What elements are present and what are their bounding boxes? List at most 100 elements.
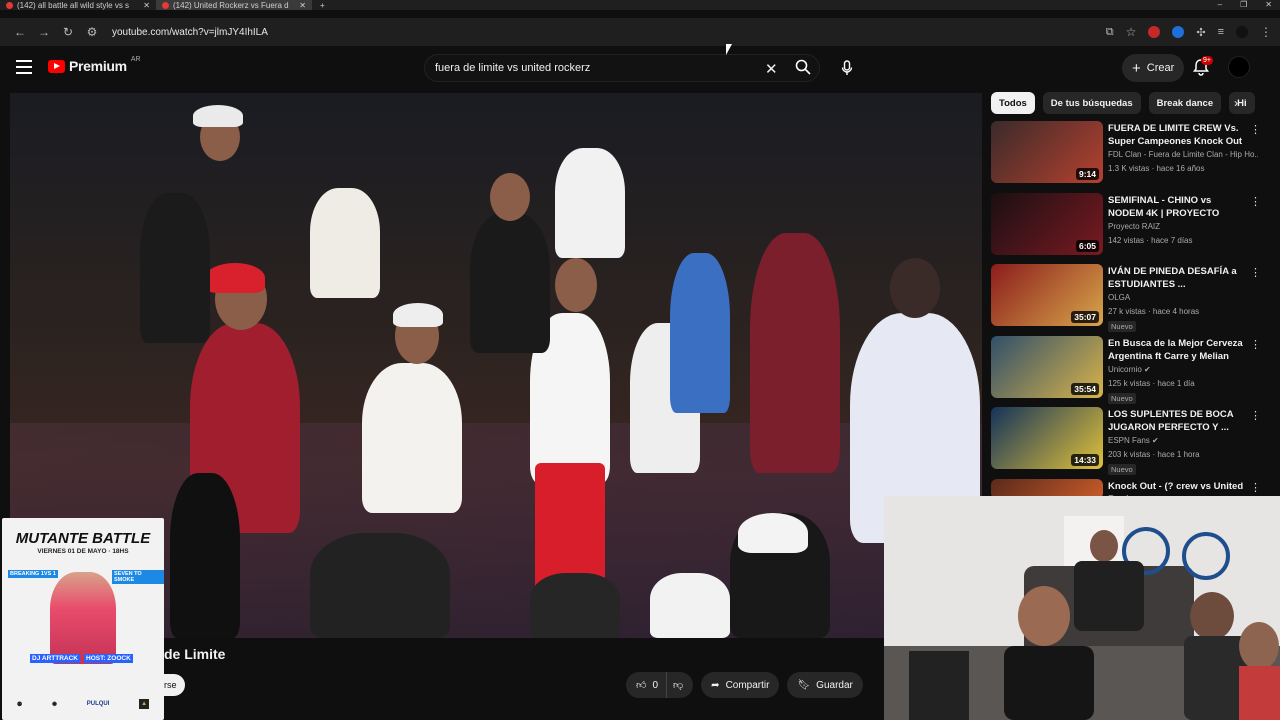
chip-hip-hop[interactable]: Hi xyxy=(1229,92,1255,114)
more-options-icon[interactable]: ⋮ xyxy=(1250,195,1261,208)
video-thumbnail[interactable]: 35:54 xyxy=(991,335,1103,398)
more-options-icon[interactable]: ⋮ xyxy=(1250,338,1261,351)
youtube-favicon-icon xyxy=(6,1,13,9)
address-bar[interactable]: youtube.com/watch?v=jlmJY4IhILA xyxy=(112,27,268,38)
search-icon[interactable] xyxy=(795,59,811,78)
white-cap xyxy=(393,303,443,327)
more-options-icon[interactable]: ⋮ xyxy=(1250,481,1261,494)
recommendation-item[interactable]: 6:05 SEMIFINAL - CHINO vs NODEM 4K | PROY… xyxy=(991,191,1271,263)
tab-title: (142) United Rockerz vs Fuera d xyxy=(173,0,289,10)
profile-avatar[interactable] xyxy=(1236,26,1248,38)
create-button[interactable]: + Crear xyxy=(1122,54,1185,82)
hamburger-menu-icon[interactable] xyxy=(16,60,32,74)
sponsor-logo: ✺ xyxy=(51,701,58,708)
youtube-play-icon xyxy=(48,59,65,73)
chip-break-dance[interactable]: Break dance xyxy=(1148,92,1222,114)
video-metadata: 125 k vistas · hace 1 día xyxy=(1108,378,1195,388)
like-button[interactable]: 👍︎ 0 xyxy=(626,672,667,698)
extension-icon[interactable] xyxy=(1172,26,1185,38)
search-box[interactable]: fuera de limite vs united rockerz ✕ xyxy=(424,54,820,82)
more-options-icon[interactable]: ⋮ xyxy=(1250,123,1261,136)
video-thumbnail[interactable]: 9:14 xyxy=(991,121,1103,183)
spectator-figure xyxy=(470,213,550,353)
poster-date: VIERNES 01 DE MAYO · 18HS xyxy=(37,548,129,555)
recommendation-item[interactable]: 35:07 IVÁN DE PINEDA DESAFÍA a ESTUDIANTE… xyxy=(991,262,1271,334)
browser-toolbar: ← → ↻ ⚙ youtube.com/watch?v=jlmJY4IhILA … xyxy=(0,18,1280,46)
dancer-figure xyxy=(670,253,730,413)
dancer-head xyxy=(555,258,597,312)
close-tab-icon[interactable]: ✕ xyxy=(299,1,306,10)
spectator-figure xyxy=(170,473,240,638)
channel-name[interactable]: ESPN Fans ✔ xyxy=(1108,436,1258,445)
new-tab-icon[interactable]: + xyxy=(312,1,333,10)
site-info-icon[interactable]: ⚙ xyxy=(80,25,104,39)
spectator-figure xyxy=(310,533,450,638)
spectator-head xyxy=(490,173,530,221)
browser-tab[interactable]: (142) all battle all wild style vs s ✕ xyxy=(0,0,156,10)
dislike-button[interactable]: 👎︎ xyxy=(666,672,694,698)
forward-icon[interactable]: → xyxy=(32,25,56,39)
extension-icon[interactable] xyxy=(1148,26,1161,38)
install-app-icon[interactable]: ⧉ xyxy=(1106,26,1114,39)
recommendation-title[interactable]: En Busca de la Mejor Cerveza Argentina f… xyxy=(1108,337,1244,363)
share-label: Compartir xyxy=(725,679,770,691)
recommendation-item[interactable]: 14:33 LOS SUPLENTES DE BOCA JUGARON PERFE… xyxy=(991,405,1271,477)
more-options-icon[interactable]: ⋮ xyxy=(1250,409,1261,422)
reload-icon[interactable]: ↻ xyxy=(56,25,80,39)
more-options-icon[interactable]: ⋮ xyxy=(1250,266,1261,279)
dancer-figure xyxy=(362,363,462,513)
search-input[interactable]: fuera de limite vs united rockerz xyxy=(435,62,590,74)
video-metadata: 142 vistas · hace 7 días xyxy=(1108,235,1193,245)
channel-name[interactable]: OLGA xyxy=(1108,293,1258,302)
verified-check-icon: ✔ xyxy=(1152,436,1159,445)
recommendation-item[interactable]: 9:14 FUERA DE LIMITE CREW Vs. Super Campe… xyxy=(991,119,1271,191)
account-avatar[interactable] xyxy=(1228,56,1250,78)
video-thumbnail[interactable]: 35:07 xyxy=(991,264,1103,326)
video-duration: 35:07 xyxy=(1071,311,1099,323)
filter-chips: Todos De tus búsquedas Break dance Hi xyxy=(991,92,1261,114)
channel-name[interactable]: Proyecto RAIZ xyxy=(1108,222,1258,231)
back-icon[interactable]: ← xyxy=(8,25,32,39)
poster-left-box: BREAKING 1VS 1 xyxy=(8,570,58,578)
recommendation-title[interactable]: SEMIFINAL - CHINO vs NODEM 4K | PROYECTO… xyxy=(1108,194,1244,220)
video-thumbnail[interactable]: 14:33 xyxy=(991,407,1103,469)
chip-todos[interactable]: Todos xyxy=(991,92,1035,114)
new-badge: Nuevo xyxy=(1108,464,1136,475)
recommendation-item[interactable]: 35:54 En Busca de la Mejor Cerveza Argent… xyxy=(991,334,1271,406)
channel-name[interactable]: Unicornio ✔ xyxy=(1108,365,1258,374)
extensions-puzzle-icon[interactable]: ✣ xyxy=(1196,26,1205,39)
video-duration: 35:54 xyxy=(1071,382,1099,395)
clear-search-icon[interactable]: ✕ xyxy=(765,60,778,78)
save-button[interactable]: 🔖︎ Guardar xyxy=(787,672,863,698)
browser-tab-strip: (142) all battle all wild style vs s ✕ (… xyxy=(0,0,1280,10)
region-code: AR xyxy=(130,56,141,63)
share-button[interactable]: ➦ Compartir xyxy=(701,672,780,698)
browser-tab-active[interactable]: (142) United Rockerz vs Fuera d ✕ xyxy=(156,0,312,10)
share-icon: ➦ xyxy=(711,679,720,691)
maximize-icon[interactable]: ❐ xyxy=(1240,0,1247,10)
recommendation-title[interactable]: FUERA DE LIMITE CREW Vs. Super Campeones… xyxy=(1108,122,1244,148)
logo-text: Premium xyxy=(69,58,127,74)
spectator-figure xyxy=(140,193,210,343)
chip-de-tus-busquedas[interactable]: De tus búsquedas xyxy=(1042,92,1141,114)
channel-name[interactable]: FDL Clan - Fuera de Limite Clan - Hip Ho… xyxy=(1108,150,1258,159)
video-duration: 9:14 xyxy=(1075,168,1099,180)
reading-list-icon[interactable]: ≡ xyxy=(1218,26,1224,38)
close-window-icon[interactable]: ✕ xyxy=(1265,0,1272,10)
spectator-figure xyxy=(530,573,620,638)
recommendation-title[interactable]: LOS SUPLENTES DE BOCA JUGARON PERFECTO Y… xyxy=(1108,408,1244,434)
youtube-logo[interactable]: Premium AR xyxy=(48,56,141,74)
chevron-right-icon[interactable]: › xyxy=(1234,96,1238,110)
notifications-button[interactable]: 9+ xyxy=(1192,56,1213,78)
video-metadata: 27 k vistas · hace 4 horas xyxy=(1108,307,1200,316)
poster-sponsors: ⚉ ✺ PULQUI ▲ xyxy=(2,688,164,720)
bookmark-star-icon[interactable]: ☆ xyxy=(1126,25,1137,39)
video-thumbnail[interactable]: 6:05 xyxy=(991,192,1103,255)
poster-right-box: SEVEN TO SMOKE xyxy=(112,570,164,584)
minimize-icon[interactable]: – xyxy=(1218,0,1222,10)
browser-menu-icon[interactable]: ⋮ xyxy=(1260,25,1272,39)
recommendation-title[interactable]: IVÁN DE PINEDA DESAFÍA a ESTUDIANTES ... xyxy=(1108,265,1244,291)
voice-search-icon[interactable] xyxy=(834,55,860,81)
webcam-overlay xyxy=(884,496,1280,720)
close-tab-icon[interactable]: ✕ xyxy=(143,1,150,10)
